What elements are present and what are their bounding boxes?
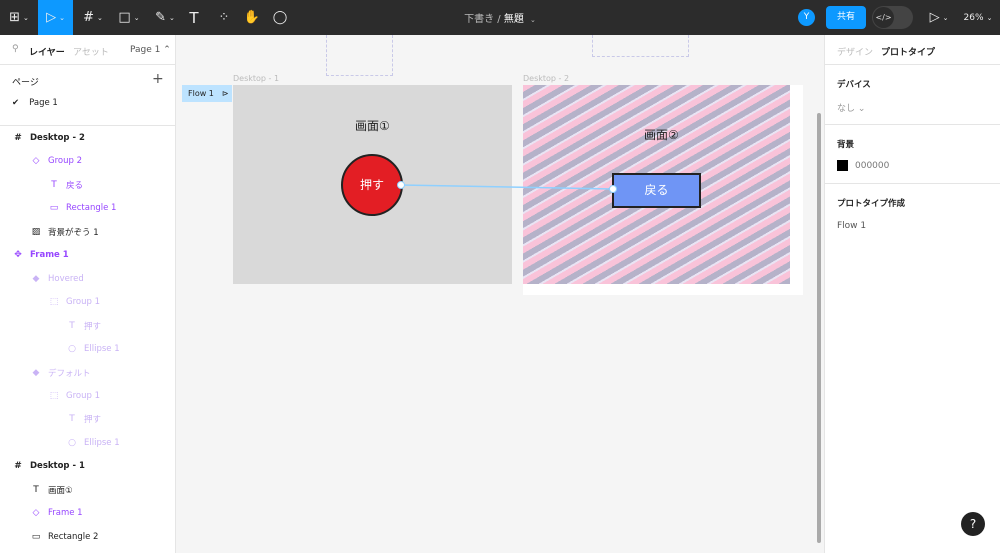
pages-heading: ページ: [12, 78, 39, 88]
layers-panel: ⚲ レイヤー アセット Page 1 ⌃ ページ + ✔ Page 1 # Desk…: [0, 35, 176, 553]
layer-name: 押す: [84, 415, 102, 426]
layer-name: Desktop - 1: [30, 461, 85, 472]
layer-item[interactable]: T 戻る: [0, 175, 175, 195]
layer-name: Group 1: [66, 297, 100, 308]
layer-type-icon: ○: [68, 437, 76, 448]
layer-name: Rectangle 1: [66, 203, 117, 214]
layer-item[interactable]: ✥ Frame 1: [0, 245, 175, 265]
connection-end[interactable]: [609, 185, 617, 193]
layer-name: Frame 1: [48, 508, 83, 519]
zoom-value: 26%: [963, 12, 984, 23]
layer-type-icon: T: [69, 414, 75, 425]
dev-mode-toggle[interactable]: </>: [872, 6, 913, 29]
add-page-icon[interactable]: +: [152, 71, 164, 87]
layer-name: 押す: [84, 321, 102, 332]
layer-type-icon: ◆: [32, 367, 40, 378]
layer-name: Hovered: [48, 273, 84, 284]
layer-type-icon: ◆: [32, 273, 40, 284]
prototype-connection[interactable]: [176, 35, 824, 553]
layer-type-icon: ✥: [14, 250, 22, 261]
layer-item[interactable]: ⬚ Group 1: [0, 292, 175, 312]
layer-name: 画面①: [48, 485, 73, 496]
device-value: なし: [837, 104, 856, 114]
toolbar: ⊞ ⌄ ▷ ⌄ # ⌄ □ ⌄ ✎ ⌄ T ⁘ ✋ ◯ 下書き / 無題 ⌄ Y 共有 <…: [0, 0, 1000, 35]
divider: [0, 64, 175, 65]
layer-type-icon: T: [51, 179, 57, 190]
layer-name: デフォルト: [48, 368, 91, 379]
share-button[interactable]: 共有: [826, 6, 866, 29]
background-swatch[interactable]: [837, 160, 848, 171]
page-select[interactable]: Page 1 ⌃: [130, 45, 171, 55]
layer-type-icon: ⬚: [49, 297, 59, 308]
layer-type-icon: #: [14, 461, 22, 472]
layer-type-icon: ▭: [31, 531, 41, 542]
layer-item[interactable]: T 画面①: [0, 480, 175, 500]
layer-type-icon: ◇: [32, 508, 40, 519]
zoom-select[interactable]: 26% ⌄: [960, 0, 996, 35]
layer-item[interactable]: ◆ Hovered: [0, 269, 175, 289]
layer-type-icon: ◇: [32, 156, 40, 167]
tab-layers[interactable]: レイヤー: [29, 45, 65, 58]
layer-name: Frame 1: [30, 250, 69, 261]
tab-design[interactable]: デザイン: [837, 45, 873, 58]
layer-name: Group 1: [66, 390, 100, 401]
connection-start[interactable]: [397, 181, 405, 189]
layer-name: 戻る: [66, 180, 84, 191]
layer-item[interactable]: ▭ Rectangle 2: [0, 527, 175, 547]
layer-name: Ellipse 1: [84, 344, 120, 355]
layer-item[interactable]: # Desktop - 1: [0, 456, 175, 476]
layer-type-icon: #: [14, 133, 22, 143]
device-select[interactable]: なし ⌄: [837, 101, 865, 114]
layer-type-icon: T: [69, 320, 75, 331]
page-select-value: Page 1: [130, 45, 161, 55]
layer-name: Ellipse 1: [84, 437, 120, 448]
layer-name: Desktop - 2: [30, 133, 85, 143]
layer-item[interactable]: # Desktop - 2: [0, 128, 175, 148]
layer-type-icon: ⬚: [49, 390, 59, 401]
background-hex[interactable]: 000000: [855, 161, 889, 171]
divider: [825, 183, 1000, 184]
separator: /: [497, 14, 501, 25]
layer-name: Group 2: [48, 156, 82, 167]
search-icon[interactable]: ⚲: [12, 44, 19, 54]
tab-prototype[interactable]: プロトタイプ: [881, 45, 935, 58]
tab-assets[interactable]: アセット: [73, 45, 109, 58]
layer-type-icon: ○: [68, 344, 76, 355]
help-button[interactable]: ?: [961, 512, 985, 536]
layer-item[interactable]: T 押す: [0, 316, 175, 336]
layer-item[interactable]: ◇ Frame 1: [0, 503, 175, 523]
divider: [825, 64, 1000, 65]
breadcrumb[interactable]: 下書き: [464, 14, 494, 25]
vertical-scrollbar[interactable]: [817, 113, 821, 543]
layer-type-icon: ▭: [49, 203, 59, 214]
canvas[interactable]: Flow 1 ⊳ Desktop - 1 画面① 押す Desktop - 2 画…: [176, 35, 824, 553]
background-heading: 背景: [837, 140, 855, 150]
layer-type-icon: T: [33, 484, 39, 495]
page-item[interactable]: ✔ Page 1: [12, 93, 187, 113]
layer-item[interactable]: ▨ 背景がぞう 1: [0, 222, 175, 242]
divider: [825, 124, 1000, 125]
connection-line[interactable]: [400, 184, 614, 190]
code-icon: </>: [873, 7, 894, 28]
layer-type-icon: ▨: [31, 226, 41, 237]
check-icon: ✔: [12, 98, 20, 108]
device-heading: デバイス: [837, 80, 871, 90]
layer-name: 背景がぞう 1: [48, 227, 99, 238]
flow-item[interactable]: Flow 1: [837, 221, 866, 231]
layer-item[interactable]: ○ Ellipse 1: [0, 433, 175, 453]
divider: [0, 125, 175, 126]
page-name: Page 1: [29, 98, 58, 108]
layer-item[interactable]: ◇ Group 2: [0, 151, 175, 171]
properties-panel: デザイン プロトタイプ デバイス なし ⌄ 背景 000000 プロトタイプ作成…: [824, 35, 1000, 553]
layer-item[interactable]: ▭ Rectangle 1: [0, 198, 175, 218]
avatar[interactable]: Y: [798, 9, 815, 26]
prototype-heading: プロトタイプ作成: [837, 199, 906, 209]
file-name[interactable]: 無題: [504, 14, 524, 25]
layer-name: Rectangle 2: [48, 531, 99, 542]
present-icon[interactable]: ▷ ⌄: [926, 0, 952, 35]
layer-item[interactable]: ◆ デフォルト: [0, 363, 175, 383]
layer-item[interactable]: ⬚ Group 1: [0, 386, 175, 406]
layer-item[interactable]: T 押す: [0, 409, 175, 429]
layer-item[interactable]: ○ Ellipse 1: [0, 339, 175, 359]
